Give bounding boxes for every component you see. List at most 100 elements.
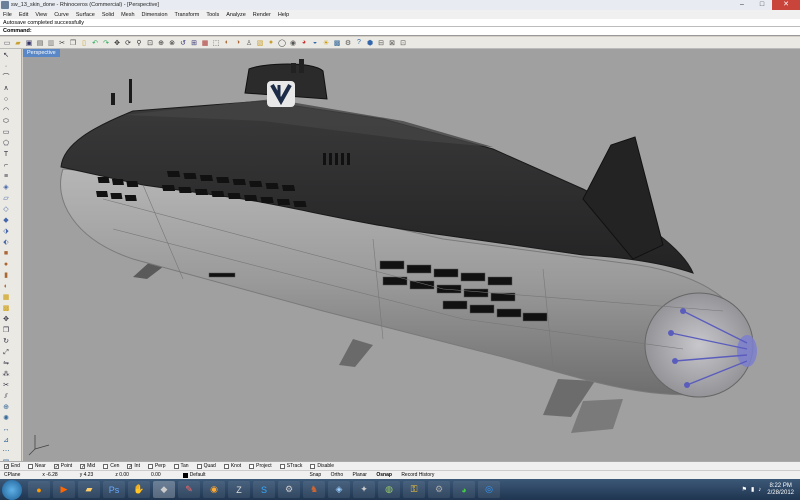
lock-icon[interactable]: ⚿ [403,481,425,498]
boolean-icon[interactable]: ◐ [1,282,11,292]
clock[interactable]: 8:22 PM 2/28/2012 [767,483,794,497]
disk-icon[interactable]: ◍ [378,481,400,498]
copy-icon[interactable]: ❐ [68,38,78,48]
box-icon[interactable]: ■ [1,249,11,259]
osnap-checkbox[interactable]: ✓ [127,463,133,469]
osnap-checkbox[interactable] [173,463,179,469]
steam-icon[interactable]: ⚙ [428,481,450,498]
menu-dimension[interactable]: Dimension [142,12,168,18]
osnap-checkbox[interactable]: ✓ [4,463,9,469]
minimize-button[interactable]: – [732,0,752,10]
zoom-selected-icon[interactable]: ⊗ [167,38,177,48]
menu-surface[interactable]: Surface [76,12,95,18]
close-button[interactable]: ✕ [772,0,800,10]
zoom-icon[interactable]: ⚲ [134,38,144,48]
dimension-icon[interactable]: ↔ [1,425,11,435]
osnap-perp[interactable]: Perp [147,463,166,469]
paint-icon[interactable]: ✎ [178,481,200,498]
media-player-icon[interactable]: ▶ [53,481,75,498]
osnap-checkbox[interactable]: ✓ [80,463,85,469]
photoshop-icon[interactable]: Ps [103,481,125,498]
menu-transform[interactable]: Transform [175,12,200,18]
show-icon[interactable]: ◑ [233,38,243,48]
mesh-icon[interactable]: ▦ [1,293,11,303]
loft-icon[interactable]: ◇ [1,205,11,215]
shaded-icon[interactable]: ◉ [288,38,298,48]
material-icon[interactable]: ◒ [310,38,320,48]
cplane-icon[interactable]: ▦ [200,38,210,48]
hand-icon[interactable]: ✋ [128,481,150,498]
command-line[interactable]: Command: [0,27,800,36]
current-layer[interactable]: Default [182,472,228,478]
menu-view[interactable]: View [35,12,47,18]
osnap-knot[interactable]: Knot [223,463,241,469]
pan-icon[interactable]: ✥ [112,38,122,48]
osnap-strack[interactable]: STrack [279,463,302,469]
arc-icon[interactable]: ◠ [1,106,11,116]
lock-icon[interactable]: ♙ [244,38,254,48]
paste-icon[interactable]: ▯ [79,38,89,48]
hide-icon[interactable]: ◐ [222,38,232,48]
polyline-icon[interactable]: ∧ [1,84,11,94]
osnap-project[interactable]: Project [249,463,272,469]
copy-object-icon[interactable]: ❐ [1,326,11,336]
app-icon[interactable]: ◎ [478,481,500,498]
game-icon[interactable]: ♞ [303,481,325,498]
zbrush-icon[interactable]: Z [228,481,250,498]
osnap-point[interactable]: ✓ Point [53,463,72,469]
skype-icon[interactable]: S [253,481,275,498]
import-icon[interactable]: ▥ [46,38,56,48]
menu-render[interactable]: Render [253,12,271,18]
settings-icon[interactable]: ⚙ [278,481,300,498]
light-icon[interactable]: ☀ [321,38,331,48]
rectangle-icon[interactable]: ▭ [1,128,11,138]
snap-toggle[interactable]: Snap [310,472,322,478]
rhino-app-icon[interactable] [1,1,9,9]
save-icon[interactable]: ▣ [24,38,34,48]
osnap-quad[interactable]: Quad [196,463,216,469]
osnap-toggle[interactable]: Osnap [376,472,392,478]
folder-icon[interactable]: ▰ [78,481,100,498]
cylinder-icon[interactable]: ▮ [1,271,11,281]
options-icon[interactable]: ⚙ [343,38,353,48]
start-button[interactable] [2,479,22,500]
osnap-tan[interactable]: Tan [173,463,189,469]
offset-icon[interactable]: ≡ [1,172,11,182]
osnap-checkbox[interactable] [147,463,153,469]
zoom-extents-icon[interactable]: ⊕ [156,38,166,48]
extra-tool-icon[interactable]: ⊟ [376,38,386,48]
flag-icon[interactable]: ⚑ [742,486,747,493]
blender-icon[interactable]: ◉ [203,481,225,498]
trim-icon[interactable]: ✂ [1,381,11,391]
firefox-icon[interactable]: ● [28,481,50,498]
fillet-curve-icon[interactable]: ⌐ [1,161,11,171]
menu-tools[interactable]: Tools [206,12,219,18]
viewport-title-tab[interactable]: Perspective [23,49,60,57]
osnap-near[interactable]: Near [27,463,46,469]
point-icon[interactable]: · [1,62,11,72]
menu-solid[interactable]: Solid [102,12,114,18]
analyze-icon[interactable]: ⊿ [1,436,11,446]
properties-icon[interactable]: ● [266,38,276,48]
curve-icon[interactable]: ⌒ [1,73,11,83]
sphere-icon[interactable]: ● [1,260,11,270]
split-icon[interactable]: ⫽ [1,392,11,402]
cut-icon[interactable]: ✂ [57,38,67,48]
osnap-disable[interactable]: Disable [310,463,334,469]
extra-tool-icon[interactable]: ⊡ [398,38,408,48]
grid-icon[interactable]: ▩ [332,38,342,48]
scale-icon[interactable]: ⤢ [1,348,11,358]
menu-mesh[interactable]: Mesh [121,12,134,18]
new-file-icon[interactable]: ▭ [2,38,12,48]
undo-view-icon[interactable]: ↺ [178,38,188,48]
record-history-toggle[interactable]: Record History [401,472,434,478]
revolve-icon[interactable]: ◆ [1,216,11,226]
ortho-toggle[interactable]: Ortho [331,472,344,478]
circle-icon[interactable]: ○ [1,95,11,105]
surface-icon[interactable]: ◈ [1,183,11,193]
osnap-checkbox[interactable]: ✓ [53,463,59,469]
redo-icon[interactable]: ↷ [101,38,111,48]
osnap-checkbox[interactable] [279,463,285,469]
network-icon[interactable]: ▮ [751,486,754,493]
polygon-icon[interactable]: ⬠ [1,139,11,149]
